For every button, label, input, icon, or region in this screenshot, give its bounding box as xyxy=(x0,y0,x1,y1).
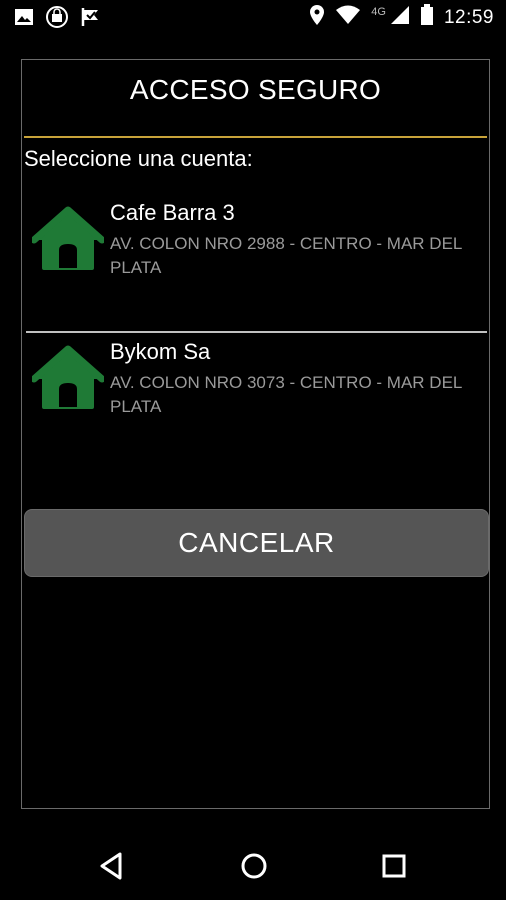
network-type: 4G xyxy=(371,5,386,18)
shopping-icon xyxy=(46,6,68,33)
battery-icon xyxy=(420,4,434,31)
secure-access-dialog: ACCESO SEGURO Seleccione una cuenta: Caf… xyxy=(21,59,490,809)
check-flag-icon xyxy=(80,6,102,33)
account-name: Cafe Barra 3 xyxy=(110,200,235,225)
account-item-cafe-barra-3[interactable]: Cafe Barra 3 AV. COLON NRO 2988 - CENTRO… xyxy=(22,196,489,316)
clock: 12:59 xyxy=(443,6,494,28)
image-icon xyxy=(14,7,34,32)
signal-icon xyxy=(390,5,410,30)
navigation-bar xyxy=(0,830,506,900)
dialog-title: ACCESO SEGURO xyxy=(129,74,382,105)
location-icon xyxy=(309,4,325,31)
account-address: AV. COLON NRO 3073 - CENTRO - MAR DEL PL… xyxy=(110,373,462,416)
list-divider xyxy=(26,331,487,333)
title-divider xyxy=(24,136,487,138)
account-name: Bykom Sa xyxy=(110,339,211,364)
back-icon[interactable] xyxy=(96,850,128,882)
cancel-button[interactable]: CANCELAR xyxy=(24,509,489,577)
account-item-bykom-sa[interactable]: Bykom Sa AV. COLON NRO 3073 - CENTRO - M… xyxy=(22,335,489,455)
status-bar: 4G 12:59 xyxy=(0,0,506,36)
house-icon xyxy=(30,345,106,411)
wifi-icon xyxy=(335,5,361,30)
house-icon xyxy=(30,206,106,272)
home-icon[interactable] xyxy=(238,850,270,882)
account-address: AV. COLON NRO 2988 - CENTRO - MAR DEL PL… xyxy=(110,234,462,277)
select-account-prompt: Seleccione una cuenta: xyxy=(24,146,253,171)
recents-icon[interactable] xyxy=(378,850,410,882)
